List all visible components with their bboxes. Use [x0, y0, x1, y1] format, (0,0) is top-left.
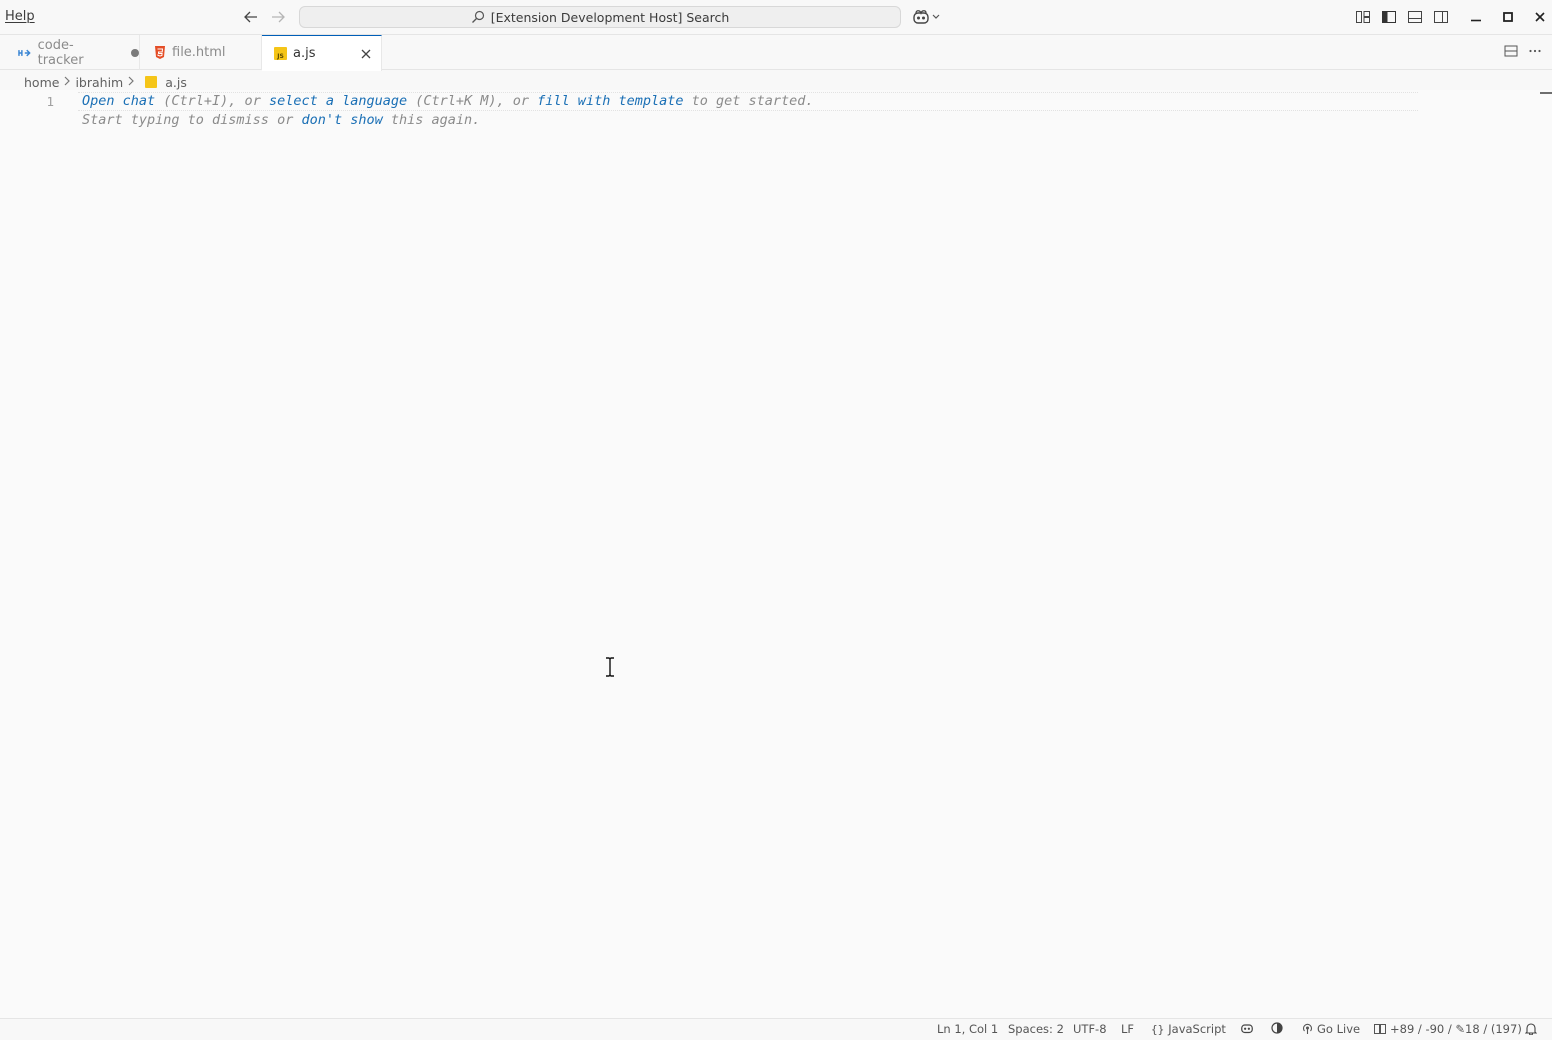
dont-show-link[interactable]: don't show — [301, 112, 382, 128]
toggle-secondary-sidebar-icon[interactable] — [1432, 8, 1450, 26]
chevron-down-icon — [932, 14, 940, 19]
hint-text: to get started. — [683, 93, 814, 109]
modified-dot-icon[interactable] — [131, 48, 139, 57]
tab-file-html[interactable]: file.html — [140, 35, 262, 70]
split-editor-icon[interactable] — [1504, 44, 1518, 58]
go-forward-button[interactable] — [267, 7, 289, 27]
status-language-mode[interactable]: {} JavaScript — [1151, 1022, 1226, 1036]
copilot-menu-button[interactable] — [912, 7, 946, 27]
overview-ruler-cursor-marker — [1540, 92, 1552, 94]
open-chat-link[interactable]: Open chat — [82, 93, 155, 109]
hint-text: (Ctrl+I), or — [155, 93, 269, 109]
line-number: 1 — [46, 94, 54, 109]
more-actions-icon[interactable] — [1528, 44, 1542, 58]
arrow-right-icon — [272, 11, 285, 23]
text-cursor-icon — [606, 657, 614, 677]
js-file-icon: JS — [274, 47, 287, 60]
hint-text: (Ctrl+K M), or — [407, 93, 538, 109]
html5-icon — [155, 46, 165, 59]
status-copilot[interactable] — [1240, 1022, 1254, 1034]
diff-icon — [1374, 1024, 1386, 1034]
editor-tab-bar: code-tracker file.html JS a.js — [0, 35, 1552, 71]
tab-label: file.html — [172, 45, 226, 60]
contrast-icon — [1271, 1022, 1283, 1034]
hint-text: Start typing to dismiss or — [82, 112, 302, 128]
diff-stats-label: +89 / -90 / ✎18 / (197) — [1390, 1022, 1522, 1036]
empty-editor-hint-line-1: Open chat (Ctrl+I), or select a language… — [82, 93, 814, 109]
breadcrumb-file[interactable]: a.js — [165, 75, 187, 90]
bell-icon — [1525, 1023, 1537, 1035]
command-center-label: [Extension Development Host] Search — [490, 9, 730, 25]
copilot-icon — [1241, 1024, 1253, 1034]
menu-help[interactable]: Help — [5, 9, 35, 24]
toggle-panel-icon[interactable] — [1406, 8, 1424, 26]
chevron-right-icon — [63, 75, 71, 89]
select-language-link[interactable]: select a language — [269, 93, 407, 109]
minimize-icon[interactable] — [1460, 6, 1492, 28]
extension-dev-icon — [18, 49, 31, 56]
tab-label: code-tracker — [37, 37, 84, 68]
close-tab-icon[interactable] — [361, 49, 371, 59]
status-bar: Ln 1, Col 1 Spaces: 2 UTF-8 LF {} JavaSc… — [0, 1018, 1552, 1040]
js-file-icon — [145, 76, 158, 88]
status-eol[interactable]: LF — [1121, 1022, 1134, 1036]
arrow-left-icon — [244, 11, 257, 23]
breadcrumb-home[interactable]: home — [24, 75, 59, 90]
command-center-search[interactable]: [Extension Development Host] Search — [299, 6, 901, 28]
editor-area[interactable]: 1 Open chat (Ctrl+I), or select a langua… — [0, 90, 1552, 1018]
tab-a-js[interactable]: JS a.js — [262, 35, 382, 71]
status-go-live[interactable]: Go Live — [1302, 1022, 1360, 1036]
maximize-icon[interactable] — [1492, 6, 1524, 28]
status-diff-stats[interactable]: +89 / -90 / ✎18 / (197) — [1374, 1022, 1522, 1036]
chevron-right-icon — [127, 75, 135, 89]
fill-template-link[interactable]: fill with template — [537, 93, 683, 109]
svg-text:JS: JS — [276, 53, 284, 60]
broadcast-icon — [1302, 1023, 1313, 1034]
toggle-primary-sidebar-icon[interactable] — [1380, 8, 1398, 26]
status-cursor-position[interactable]: Ln 1, Col 1 — [937, 1022, 998, 1036]
tab-label: a.js — [293, 46, 316, 61]
status-notifications[interactable] — [1525, 1022, 1537, 1035]
title-bar: Help [Extension Development Host] Search — [0, 0, 1552, 35]
close-icon[interactable] — [1524, 6, 1552, 28]
tab-code-tracker[interactable]: code-tracker — [0, 35, 140, 70]
status-encoding[interactable]: UTF-8 — [1073, 1022, 1107, 1036]
empty-editor-hint-line-2: Start typing to dismiss or don't show th… — [82, 112, 480, 128]
status-language-label: JavaScript — [1168, 1022, 1226, 1036]
customize-layout-icon[interactable] — [1354, 8, 1372, 26]
breadcrumb: home ibrahim a.js — [24, 74, 187, 90]
go-back-button[interactable] — [240, 7, 262, 27]
search-icon — [471, 10, 484, 23]
copilot-icon — [913, 10, 929, 24]
status-indentation[interactable]: Spaces: 2 — [1008, 1022, 1064, 1036]
breadcrumb-ibrahim[interactable]: ibrahim — [75, 75, 123, 90]
hint-text: this again. — [382, 112, 481, 128]
status-theme-toggle[interactable] — [1271, 1022, 1283, 1034]
braces-icon: {} — [1151, 1022, 1165, 1036]
go-live-label: Go Live — [1317, 1022, 1361, 1036]
